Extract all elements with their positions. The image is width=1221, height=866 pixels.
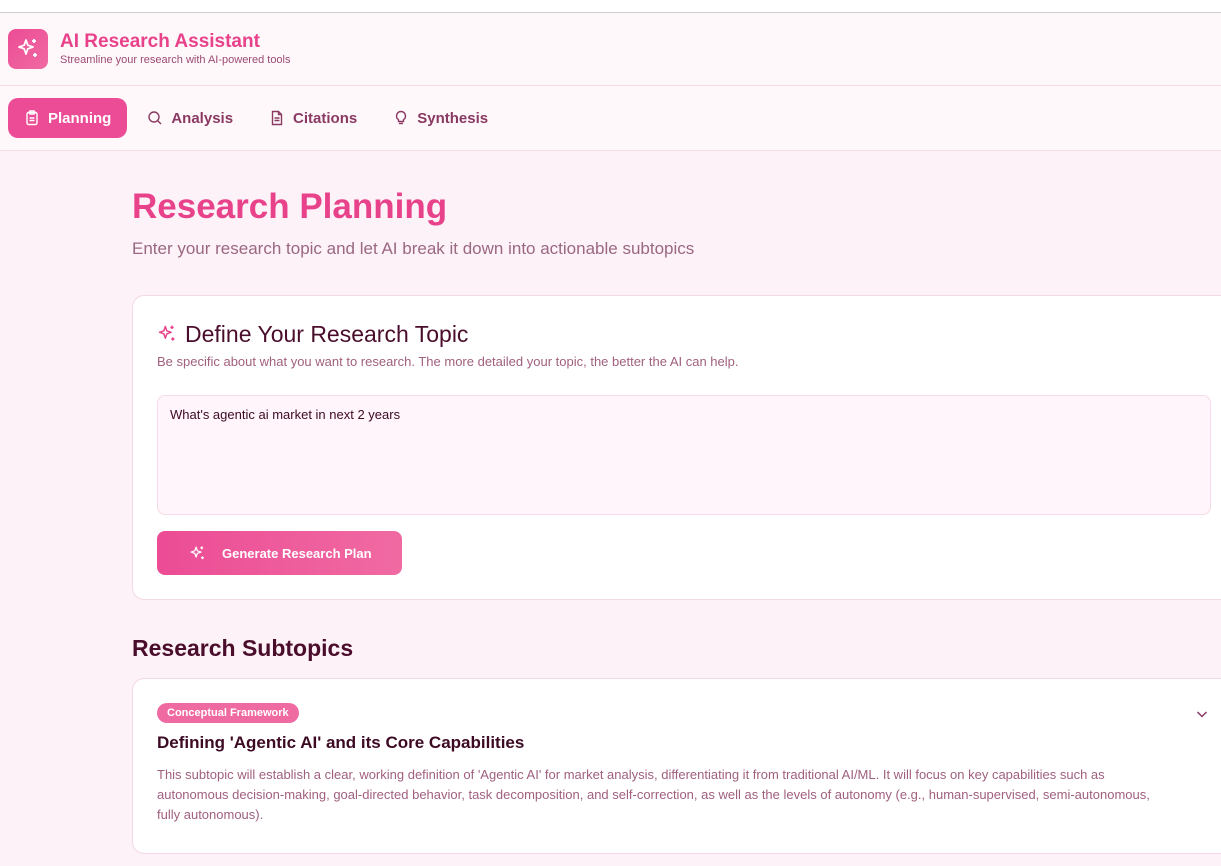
app-header: AI Research Assistant Streamline your re…: [0, 13, 1221, 86]
topic-card-title: Define Your Research Topic: [185, 321, 469, 347]
subtopic-card[interactable]: Conceptual Framework Defining 'Agentic A…: [132, 678, 1221, 854]
sparkles-icon: [18, 39, 37, 57]
generate-research-plan-button[interactable]: Generate Research Plan: [157, 531, 402, 575]
subtopic-description: This subtopic will establish a clear, wo…: [157, 767, 1150, 822]
subtopics-title: Research Subtopics: [132, 635, 354, 661]
tab-planning[interactable]: Planning: [8, 98, 128, 138]
main-content: Research Planning Enter your research to…: [132, 152, 1221, 854]
clipboard-icon: [26, 110, 38, 126]
subtopic-title: Defining 'Agentic AI' and its Core Capab…: [157, 733, 525, 752]
tab-label: Citations: [293, 109, 358, 127]
button-label: Generate Research Plan: [222, 545, 372, 561]
app-subtitle: Streamline your research with AI-powered…: [60, 54, 291, 66]
main-tabs: Planning Analysis Citations Synthesis: [0, 86, 1221, 151]
app-title: AI Research Assistant: [60, 31, 260, 52]
tab-citations[interactable]: Citations: [253, 98, 373, 138]
window-top-edge: [0, 0, 1221, 13]
research-topic-input[interactable]: What's agentic ai market in next 2 years: [157, 395, 1211, 515]
chevron-down-icon[interactable]: [1195, 707, 1209, 721]
tab-label: Synthesis: [417, 109, 489, 127]
page-description: Enter your research topic and let AI bre…: [132, 239, 695, 258]
sparkles-icon: [158, 325, 175, 341]
document-icon: [271, 110, 283, 126]
sparkles-icon: [190, 545, 204, 559]
page-title: Research Planning: [132, 187, 448, 226]
tab-synthesis[interactable]: Synthesis: [377, 98, 504, 138]
tab-label: Planning: [48, 109, 112, 127]
tab-label: Analysis: [171, 109, 234, 127]
topic-card: Define Your Research Topic Be specific a…: [132, 295, 1221, 600]
lightbulb-icon: [396, 110, 407, 125]
tab-analysis[interactable]: Analysis: [131, 98, 249, 138]
category-badge: Conceptual Framework: [157, 703, 299, 723]
app-logo: [8, 29, 48, 69]
topic-card-description: Be specific about what you want to resea…: [157, 354, 739, 369]
search-icon: [148, 111, 162, 125]
